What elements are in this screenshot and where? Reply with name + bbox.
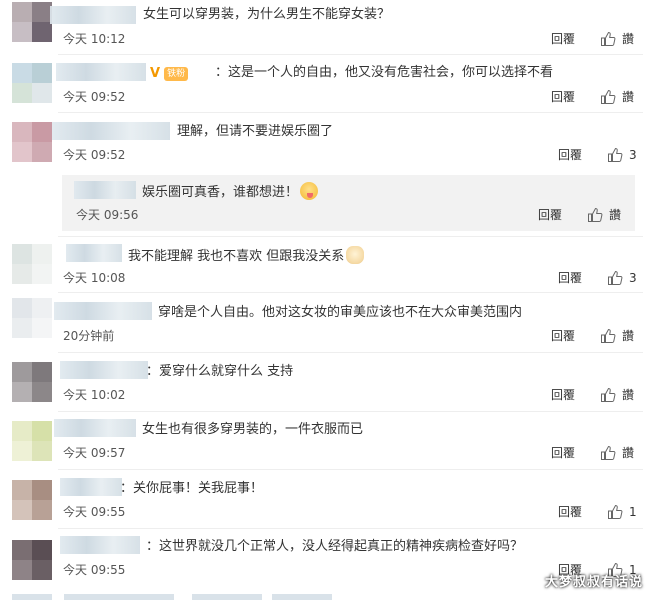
- divider: [58, 528, 643, 529]
- vip-badge: V 铁粉: [150, 66, 189, 81]
- like-count: 讚: [622, 90, 635, 104]
- divider: [58, 236, 643, 237]
- like-count: 3: [629, 271, 637, 285]
- like-count: 讚: [609, 208, 622, 222]
- divider: [58, 54, 643, 55]
- avatar[interactable]: [12, 298, 52, 338]
- comment-text: 女生可以穿男装，为什么男生不能穿女装？: [143, 7, 391, 22]
- avatar[interactable]: [12, 362, 52, 402]
- reply-time: 今天 09:56: [76, 208, 139, 222]
- reply-button[interactable]: 回覆: [551, 445, 575, 461]
- like-button[interactable]: 3: [607, 270, 637, 286]
- comment-text-content: 我不能理解 我也不喜欢 但跟我没关系: [128, 249, 345, 264]
- thumbs-up-icon: [601, 328, 616, 343]
- reply-text-content: 娱乐圈可真香，谁都想进！: [142, 185, 299, 200]
- comment-time: 今天 09:52: [63, 90, 126, 104]
- like-button[interactable]: 讚: [600, 445, 634, 461]
- reply-button[interactable]: 回覆: [551, 89, 575, 105]
- avatar[interactable]: [12, 63, 52, 103]
- comment-text: 穿啥是个人自由。他对这女妆的审美应该也不在大众审美范围内: [158, 305, 523, 320]
- reply-button[interactable]: 回覆: [558, 147, 582, 163]
- like-count: 1: [629, 505, 637, 519]
- like-button[interactable]: 讚: [600, 328, 634, 344]
- fan-badge: 铁粉: [164, 66, 189, 81]
- username[interactable]: [74, 181, 136, 199]
- like-count: 讚: [622, 446, 635, 460]
- comment-time: 今天 09:55: [63, 563, 126, 577]
- like-count: 3: [629, 148, 637, 162]
- nested-reply: 娱乐圈可真香，谁都想进！ 今天 09:56 回覆 讚: [62, 175, 635, 231]
- divider: [58, 112, 643, 113]
- like-button[interactable]: 讚: [600, 89, 634, 105]
- thumbs-up-icon: [608, 147, 623, 162]
- like-button[interactable]: 1: [607, 504, 637, 520]
- watermark: 大梦叔叔有话说: [544, 575, 643, 590]
- divider: [58, 352, 643, 353]
- avatar[interactable]: [12, 2, 52, 42]
- thumbs-up-icon: [601, 445, 616, 460]
- thumbs-up-icon: [588, 207, 603, 222]
- thumbs-up-icon: [601, 31, 616, 46]
- username[interactable]: [50, 6, 136, 24]
- reply-button[interactable]: 回覆: [558, 504, 582, 520]
- comment-time: 今天 09:57: [63, 446, 126, 460]
- like-button[interactable]: 讚: [600, 387, 634, 403]
- thumbs-up-icon: [608, 504, 623, 519]
- avatar[interactable]: [12, 421, 52, 461]
- lick-lips-emoji-icon: [300, 182, 319, 200]
- divider: [58, 469, 643, 470]
- comment-text: ：爱穿什么就穿什么 支持: [146, 364, 294, 379]
- like-button[interactable]: 讚: [600, 31, 634, 47]
- comment-text: 我不能理解 我也不喜欢 但跟我没关系: [128, 246, 365, 266]
- username[interactable]: [60, 361, 148, 379]
- comment-text: 女生也有很多穿男装的，一件衣服而已: [142, 422, 364, 437]
- reply-button[interactable]: 回覆: [558, 270, 582, 286]
- thumbs-up-icon: [601, 89, 616, 104]
- reply-button[interactable]: 回覆: [551, 387, 575, 403]
- dog-emoji-icon: [346, 246, 365, 264]
- username[interactable]: [56, 63, 146, 81]
- avatar[interactable]: [12, 480, 52, 520]
- comment-time: 今天 09:55: [63, 505, 126, 519]
- username[interactable]: [54, 419, 136, 437]
- divider: [58, 411, 643, 412]
- avatar[interactable]: [12, 244, 52, 284]
- thumbs-up-icon: [608, 270, 623, 285]
- like-count: 讚: [622, 32, 635, 46]
- username[interactable]: [66, 244, 122, 262]
- comment-time: 20分钟前: [63, 329, 115, 343]
- avatar[interactable]: [12, 122, 52, 162]
- thumbs-up-icon: [601, 387, 616, 402]
- comment-text: ：这世界就没几个正常人，没人经得起真正的精神疾病检查好吗？: [146, 539, 524, 554]
- username[interactable]: [52, 122, 170, 140]
- like-button[interactable]: 讚: [587, 207, 621, 223]
- divider: [58, 292, 643, 293]
- reply-text: 娱乐圈可真香，谁都想进！: [142, 182, 319, 202]
- like-count: 讚: [622, 388, 635, 402]
- reply-button[interactable]: 回覆: [538, 207, 562, 223]
- comment-time: 今天 10:02: [63, 388, 126, 402]
- comment-text: ：关你屁事！关我屁事！: [120, 481, 264, 496]
- partial-next-comment: [12, 594, 651, 600]
- comment-time: 今天 10:12: [63, 32, 126, 46]
- avatar[interactable]: [12, 540, 52, 580]
- verified-v-icon: V: [150, 66, 161, 81]
- username[interactable]: [60, 478, 122, 496]
- comment-text: ：这是一个人的自由，他又没有危害社会，你可以选择不看: [215, 65, 554, 80]
- comment-time: 今天 10:08: [63, 271, 126, 285]
- username[interactable]: [54, 302, 152, 320]
- comment-time: 今天 09:52: [63, 148, 126, 162]
- username[interactable]: [60, 536, 140, 554]
- reply-button[interactable]: 回覆: [551, 328, 575, 344]
- comment-text: 理解，但请不要进娱乐圈了: [177, 124, 334, 139]
- reply-button[interactable]: 回覆: [551, 31, 575, 47]
- like-button[interactable]: 3: [607, 147, 637, 163]
- like-count: 讚: [622, 329, 635, 343]
